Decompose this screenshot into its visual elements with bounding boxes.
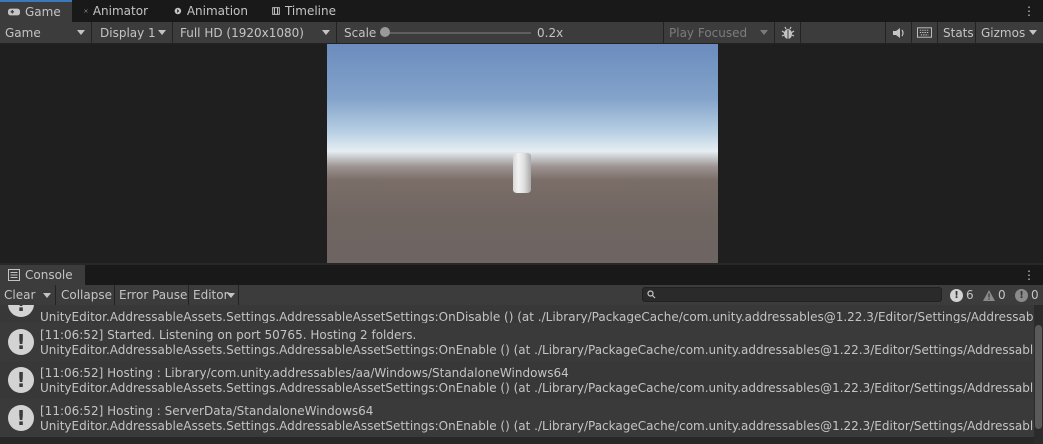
bug-icon [781,26,794,39]
info-icon: ! [8,367,34,393]
keyboard-icon [917,27,932,38]
log-entry-stacktrace: UnityEditor.AddressableAssets.Settings.A… [40,381,1034,395]
game-toolbar: Game Display 1 Full HD (1920x1080) Scale… [0,22,1043,44]
console-search-input[interactable] [642,287,942,302]
animator-icon [84,9,88,13]
scrollbar-thumb[interactable] [1035,325,1042,429]
frame-debugger-button[interactable] [775,22,801,43]
display-value: Display 1 [100,25,156,40]
keyboard-shortcuts-button[interactable] [912,22,938,43]
log-entry[interactable]: ! [11:06:52] Hosting : Library/com.unity… [0,361,1034,399]
info-count-toggle[interactable]: ! 6 [950,285,974,305]
tab-game-label: Game [25,5,61,19]
search-icon [647,290,656,299]
chevron-down-icon [227,293,235,298]
tab-console-label: Console [25,268,73,282]
chevron-down-icon [77,30,85,35]
scale-value: 0.2x [537,25,564,40]
log-entry-stacktrace: UnityEditor.AddressableAssets.Settings.A… [40,419,1034,433]
log-entry-message: [11:06:52] Hosting : ServerData/Standalo… [40,404,374,418]
play-mode-dropdown[interactable]: Play Focused [663,22,775,43]
log-entry[interactable]: ! [11:06:52] Hosting : ServerData/Standa… [0,399,1034,437]
view-mode-value: Game [5,25,41,40]
info-icon: ! [950,288,963,302]
error-pause-label: Error Pause [119,288,188,302]
tab-console[interactable]: Console [0,265,85,285]
chevron-down-icon [43,293,51,298]
tab-animation[interactable]: Animation [166,0,256,22]
gizmos-label: Gizmos [981,25,1026,40]
display-dropdown[interactable]: Display 1 [95,22,173,43]
info-count: 6 [966,288,974,302]
kebab-menu-icon[interactable]: ⋮ [1023,4,1035,18]
resolution-value: Full HD (1920x1080) [180,25,304,40]
warning-count: 0 [998,288,1006,302]
gamepad-icon [8,8,20,16]
clear-label: Clear [4,288,36,302]
log-entry-message: [11:06:52] Started. Listening on port 50… [40,328,417,342]
timeline-icon [272,7,280,15]
editor-dropdown[interactable]: Editor [189,285,239,305]
mute-audio-button[interactable] [885,22,912,43]
console-kebab-menu-icon[interactable]: ⋮ [1023,268,1035,282]
scale-control: Scale 0.2x [339,22,579,43]
warning-count-toggle[interactable]: 0 [983,285,1006,305]
view-mode-dropdown[interactable]: Game [0,22,92,43]
collapse-button[interactable]: Collapse [57,285,115,305]
error-icon: ! [1015,288,1028,302]
stats-label: Stats [943,25,974,40]
log-entry-message: [11:06:52] Hosting : Library/com.unity.a… [40,366,569,380]
gizmos-dropdown[interactable]: Gizmos [976,22,1043,43]
game-viewport[interactable] [327,44,718,263]
info-icon: ! [8,405,34,431]
collapse-label: Collapse [61,288,112,302]
animation-icon [174,7,182,15]
log-entry[interactable]: ! UnityEditor.AddressableAssets.Settings… [0,305,1034,324]
chevron-down-icon [1029,30,1037,35]
tab-timeline[interactable]: Timeline [264,0,344,22]
error-count: 0 [1031,288,1039,302]
play-mode-value: Play Focused [669,25,748,40]
console-icon [8,269,20,281]
scale-slider-handle[interactable] [380,27,390,37]
chevron-down-icon [322,30,330,35]
error-pause-button[interactable]: Error Pause [115,285,189,305]
scale-slider-track[interactable] [386,32,531,34]
chevron-down-icon [760,30,768,35]
log-entry-stacktrace: UnityEditor.AddressableAssets.Settings.A… [40,310,1034,324]
resolution-dropdown[interactable]: Full HD (1920x1080) [175,22,337,43]
tab-animator-label: Animator [92,4,148,18]
error-count-toggle[interactable]: ! 0 [1015,285,1039,305]
console-log-list: ! UnityEditor.AddressableAssets.Settings… [0,305,1034,444]
cylinder-object [513,153,531,193]
console-tab-bar: Console ⋮ [0,265,1043,285]
editor-label: Editor [193,288,229,302]
clear-dropdown[interactable]: Clear [0,285,56,305]
speaker-icon [892,27,904,38]
tab-game[interactable]: Game [0,0,72,22]
tab-animation-label: Animation [186,4,248,18]
warning-icon [983,289,995,301]
stats-button[interactable]: Stats [938,22,976,43]
tab-timeline-label: Timeline [284,4,336,18]
log-entry-stacktrace: UnityEditor.AddressableAssets.Settings.A… [40,343,1034,357]
scale-label: Scale [344,25,377,40]
log-entry[interactable]: ! [11:06:52] Started. Listening on port … [0,323,1034,361]
chevron-down-icon [158,30,166,35]
editor-tab-bar: Game Animator Animation Timeline ⋮ [0,0,1043,22]
info-icon: ! [8,305,34,317]
console-scrollbar[interactable] [1034,305,1043,444]
tab-animator[interactable]: Animator [76,0,156,22]
console-toolbar: Clear Collapse Error Pause Editor ! 6 0 … [0,285,1043,306]
info-icon: ! [8,329,34,355]
